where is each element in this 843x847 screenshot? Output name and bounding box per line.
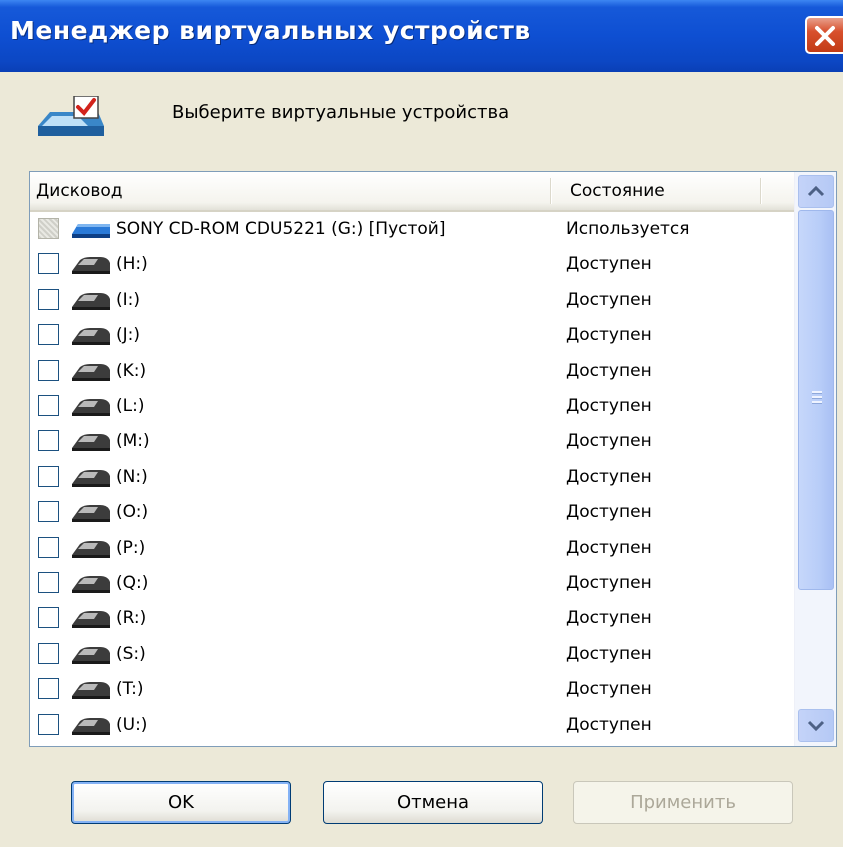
virtual-drive-icon bbox=[70, 255, 112, 279]
drive-name: (S:) bbox=[116, 643, 146, 664]
virtual-drive-check-icon bbox=[38, 96, 104, 136]
table-row[interactable]: (P:) Доступен bbox=[30, 531, 794, 566]
table-row[interactable]: (L:) Доступен bbox=[30, 389, 794, 424]
virtual-drive-icon bbox=[70, 397, 112, 421]
chevron-up-icon bbox=[807, 185, 825, 197]
drive-checkbox[interactable] bbox=[38, 678, 59, 700]
drive-status: Доступен bbox=[566, 537, 652, 558]
drive-status: Доступен bbox=[566, 325, 652, 346]
cancel-button[interactable]: Отмена bbox=[323, 781, 543, 824]
drive-status: Доступен bbox=[566, 431, 652, 452]
table-row[interactable]: (J:) Доступен bbox=[30, 318, 794, 353]
table-row[interactable]: (O:) Доступен bbox=[30, 495, 794, 530]
physical-drive-icon bbox=[70, 220, 112, 244]
virtual-drive-icon bbox=[70, 716, 112, 740]
virtual-drive-icon bbox=[70, 574, 112, 598]
drive-name: (M:) bbox=[116, 431, 150, 452]
drive-checkbox[interactable] bbox=[38, 501, 59, 523]
table-row[interactable]: (N:) Доступен bbox=[30, 460, 794, 495]
column-separator[interactable] bbox=[760, 178, 762, 204]
table-row[interactable]: (H:) Доступен bbox=[30, 247, 794, 282]
drive-status: Доступен bbox=[566, 289, 652, 310]
drive-status: Доступен bbox=[566, 466, 652, 487]
table-row[interactable]: (I:) Доступен bbox=[30, 283, 794, 318]
drive-checkbox[interactable] bbox=[38, 430, 59, 452]
column-header-bar: Дисковод Состояние bbox=[30, 172, 794, 212]
table-row[interactable]: (K:) Доступен bbox=[30, 354, 794, 389]
scroll-thumb[interactable] bbox=[798, 210, 834, 590]
scroll-down-button[interactable] bbox=[798, 709, 834, 742]
drive-name: (N:) bbox=[116, 466, 148, 487]
drive-name: (P:) bbox=[116, 537, 146, 558]
drive-status: Доступен bbox=[566, 502, 652, 523]
drive-status: Доступен bbox=[566, 360, 652, 381]
virtual-drive-icon bbox=[70, 539, 112, 563]
drive-checkbox[interactable] bbox=[38, 359, 59, 381]
column-separator[interactable] bbox=[550, 178, 552, 204]
close-button[interactable] bbox=[805, 16, 843, 54]
apply-button[interactable]: Применить bbox=[573, 781, 793, 824]
drive-checkbox[interactable] bbox=[38, 713, 59, 735]
virtual-drive-icon bbox=[70, 645, 112, 669]
instruction-text: Выберите виртуальные устройства bbox=[172, 102, 510, 123]
drive-checkbox[interactable] bbox=[38, 572, 59, 593]
drive-checkbox[interactable] bbox=[38, 218, 59, 239]
drive-checkbox[interactable] bbox=[38, 465, 59, 487]
virtual-drive-icon bbox=[70, 326, 112, 350]
close-icon bbox=[815, 26, 835, 46]
table-row[interactable]: SONY CD-ROM CDU5221 (G:) [Пустой] Использ… bbox=[30, 212, 794, 247]
drive-name: SONY CD-ROM CDU5221 (G:) [Пустой] bbox=[116, 219, 446, 239]
column-drive-header[interactable]: Дисковод bbox=[36, 181, 123, 201]
virtual-drive-icon bbox=[70, 291, 112, 315]
column-status-header[interactable]: Состояние bbox=[570, 181, 665, 201]
virtual-drive-icon bbox=[70, 503, 112, 527]
drive-checkbox[interactable] bbox=[38, 607, 59, 629]
virtual-drive-icon bbox=[70, 680, 112, 704]
drive-status: Доступен bbox=[566, 396, 652, 416]
drive-name: (T:) bbox=[116, 679, 144, 700]
drive-checkbox[interactable] bbox=[38, 642, 59, 664]
drive-name: (O:) bbox=[116, 502, 149, 523]
drive-status: Доступен bbox=[566, 643, 652, 664]
virtual-drive-icon bbox=[70, 432, 112, 456]
table-row[interactable]: (Q:) Доступен bbox=[30, 566, 794, 601]
drive-name: (J:) bbox=[116, 325, 141, 346]
virtual-drive-icon bbox=[70, 468, 112, 492]
drive-name: (I:) bbox=[116, 289, 141, 310]
table-row[interactable]: (T:) Доступен bbox=[30, 672, 794, 707]
table-row[interactable]: (U:) Доступен bbox=[30, 708, 794, 743]
drive-name: (H:) bbox=[116, 254, 148, 275]
drive-status: Доступен bbox=[566, 679, 652, 700]
ok-button[interactable]: OK bbox=[71, 781, 291, 824]
drive-name: (L:) bbox=[116, 396, 145, 416]
drive-status: Доступен bbox=[566, 714, 652, 735]
chevron-down-icon bbox=[807, 720, 825, 732]
drive-status: Доступен bbox=[566, 254, 652, 275]
drive-name: (R:) bbox=[116, 608, 147, 629]
drive-checkbox[interactable] bbox=[38, 253, 59, 275]
scroll-up-button[interactable] bbox=[798, 175, 834, 208]
drive-name: (K:) bbox=[116, 360, 147, 381]
virtual-drive-icon bbox=[70, 609, 112, 633]
drive-checkbox[interactable] bbox=[38, 288, 59, 310]
table-row[interactable]: (M:) Доступен bbox=[30, 424, 794, 459]
drive-checkbox[interactable] bbox=[38, 395, 59, 416]
window-title: Менеджер виртуальных устройств bbox=[10, 16, 531, 45]
drive-status: Используется bbox=[566, 219, 690, 239]
drive-name: (U:) bbox=[116, 714, 148, 735]
title-bar[interactable]: Менеджер виртуальных устройств bbox=[0, 0, 843, 72]
grip-icon bbox=[812, 391, 822, 404]
drive-checkbox[interactable] bbox=[38, 324, 59, 346]
drive-checkbox[interactable] bbox=[38, 536, 59, 558]
virtual-drive-icon bbox=[70, 362, 112, 386]
drive-status: Доступен bbox=[566, 573, 652, 593]
drive-status: Доступен bbox=[566, 608, 652, 629]
drive-name: (Q:) bbox=[116, 573, 149, 593]
vertical-scrollbar[interactable] bbox=[794, 172, 836, 746]
table-row[interactable]: (R:) Доступен bbox=[30, 601, 794, 636]
drive-list[interactable]: Дисковод Состояние SONY CD-ROM CDU5221 (… bbox=[29, 171, 837, 747]
table-row[interactable]: (S:) Доступен bbox=[30, 637, 794, 672]
